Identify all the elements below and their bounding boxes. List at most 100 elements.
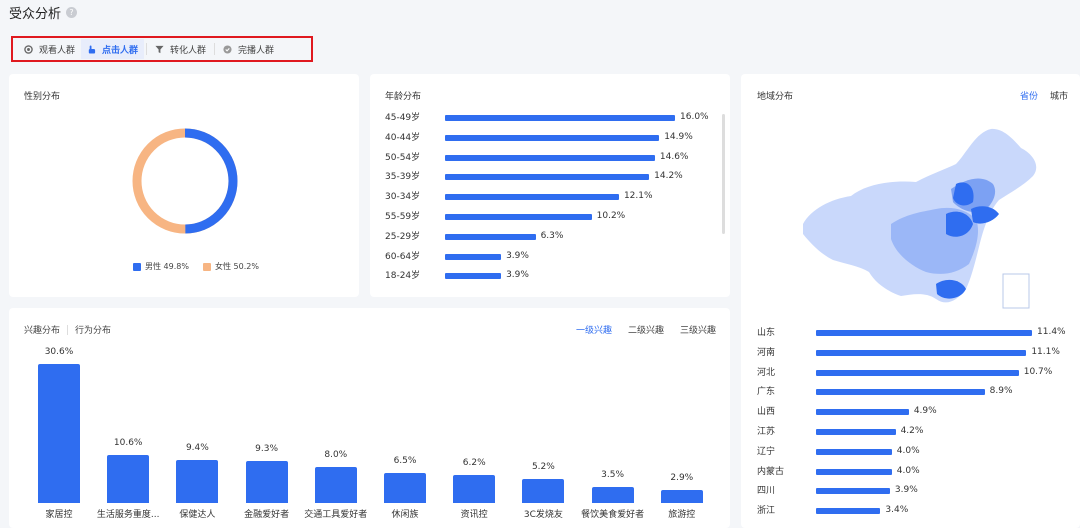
age-bar[interactable] xyxy=(445,273,502,280)
age-value-label: 14.2% xyxy=(654,171,683,182)
age-bar[interactable] xyxy=(445,214,592,220)
interest-tabs: 兴趣分布 行为分布 xyxy=(24,323,111,336)
tab-divider xyxy=(67,324,69,335)
map-shandong xyxy=(971,206,999,224)
interest-category-label: 餐饮美食爱好者 xyxy=(581,510,645,520)
age-bar[interactable] xyxy=(445,174,650,181)
region-category-label: 江苏 xyxy=(757,427,776,437)
age-card: 年龄分布 45-49岁 16.0% 40-44岁 14.9% 50-54岁 14.6% 35… xyxy=(370,74,730,297)
legend-male: 男性 49.8% xyxy=(133,261,189,272)
interest-value-label: 2.9% xyxy=(670,472,694,483)
age-bar[interactable] xyxy=(445,115,675,121)
interest-value-label: 6.5% xyxy=(393,456,417,467)
tab-level2[interactable]: 二级兴趣 xyxy=(628,323,664,336)
interest-value-label: 5.2% xyxy=(531,462,555,473)
age-value-label: 12.1% xyxy=(623,191,653,202)
age-scrollbar[interactable] xyxy=(722,114,725,234)
region-bar[interactable] xyxy=(816,330,1032,336)
region-value-label: 3.9% xyxy=(894,485,918,496)
interest-bar[interactable] xyxy=(176,460,219,503)
interest-bar[interactable] xyxy=(245,460,288,503)
legend-female-label: 女性 50.2% xyxy=(214,262,259,271)
interest-category-label: 旅游控 xyxy=(668,510,696,520)
interest-category-label: 休闲族 xyxy=(391,510,419,520)
region-category-label: 四川 xyxy=(757,486,776,497)
interest-category-label: 交通工具爱好者 xyxy=(304,510,368,520)
tab-province[interactable]: 省份 xyxy=(1020,89,1038,102)
tab-behavior[interactable]: 行为分布 xyxy=(75,323,111,336)
age-bar[interactable] xyxy=(445,194,619,201)
region-value-label: 4.9% xyxy=(913,406,937,417)
interest-bar[interactable] xyxy=(314,466,357,503)
tab-city[interactable]: 城市 xyxy=(1050,89,1068,102)
region-category-label: 浙江 xyxy=(757,506,776,517)
interest-bar[interactable] xyxy=(660,489,703,503)
region-bar[interactable] xyxy=(816,488,890,495)
tab-label: 点击人群 xyxy=(102,45,139,56)
region-value-label: 10.7% xyxy=(1023,366,1053,377)
interest-bar[interactable] xyxy=(591,487,634,503)
female-swatch xyxy=(202,262,211,271)
tab-divider xyxy=(214,43,216,55)
tab-convert[interactable]: 转化人群 xyxy=(149,39,212,59)
funnel-icon xyxy=(155,45,164,53)
age-bar[interactable] xyxy=(445,253,502,260)
map-inset xyxy=(1002,273,1030,309)
region-bar[interactable] xyxy=(816,349,1027,356)
region-bar[interactable] xyxy=(816,468,892,475)
legend-female: 女性 50.2% xyxy=(202,261,259,272)
age-bar[interactable] xyxy=(445,233,536,240)
tab-watch[interactable]: 观看人群 xyxy=(18,39,81,59)
interest-category-label: 资讯控 xyxy=(460,510,488,520)
region-category-label: 河南 xyxy=(757,347,776,358)
region-bar[interactable] xyxy=(816,389,985,396)
interest-bar[interactable] xyxy=(38,364,80,503)
help-icon[interactable]: ? xyxy=(66,7,78,18)
region-value-label: 11.1% xyxy=(1031,346,1060,357)
region-card: 地域分布 省份 城市 山东 11.4% 河南 11.1% 河北 10.7% 广东 8.9% 山西… xyxy=(741,74,1080,528)
region-category-label: 山西 xyxy=(757,407,776,418)
tab-complete[interactable]: 完播人群 xyxy=(217,39,280,59)
interest-value-label: 10.6% xyxy=(113,437,143,448)
legend-male-label: 男性 49.8% xyxy=(145,262,189,271)
region-value-label: 4.2% xyxy=(900,426,924,436)
age-category-label: 40-44岁 xyxy=(385,132,421,143)
region-bar[interactable] xyxy=(816,409,909,416)
interest-category-label: 3C发烧友 xyxy=(523,510,563,520)
age-bar[interactable] xyxy=(445,134,660,141)
region-bar[interactable] xyxy=(816,508,881,515)
age-value-label: 14.6% xyxy=(659,151,689,162)
age-category-label: 25-29岁 xyxy=(385,231,421,242)
interest-value-label: 9.3% xyxy=(255,443,279,454)
male-swatch xyxy=(133,262,141,271)
tab-label: 观看人群 xyxy=(39,45,76,56)
age-category-label: 35-39岁 xyxy=(385,172,421,183)
interest-bar[interactable] xyxy=(453,474,496,503)
region-category-label: 内蒙古 xyxy=(757,466,785,477)
tab-label: 完播人群 xyxy=(238,45,275,56)
tab-click[interactable]: 点击人群 xyxy=(81,39,145,59)
region-category-label: 辽宁 xyxy=(757,446,776,457)
region-bar[interactable] xyxy=(816,448,892,455)
interest-bar[interactable] xyxy=(107,454,150,503)
age-category-label: 50-54岁 xyxy=(385,152,421,163)
tab-interest[interactable]: 兴趣分布 xyxy=(24,323,60,336)
age-bar[interactable] xyxy=(445,154,655,161)
region-bar[interactable] xyxy=(816,429,896,435)
tab-level1[interactable]: 一级兴趣 xyxy=(576,323,612,336)
interest-bar[interactable] xyxy=(384,473,426,503)
interest-value-label: 6.2% xyxy=(462,457,486,468)
age-value-label: 10.2% xyxy=(596,211,626,221)
age-category-label: 60-64岁 xyxy=(385,251,421,262)
page-title-text: 受众分析 xyxy=(9,7,62,22)
age-category-label: 45-49岁 xyxy=(385,113,421,123)
region-bar[interactable] xyxy=(816,369,1019,376)
interest-bar[interactable] xyxy=(522,479,565,503)
eye-icon xyxy=(24,44,33,54)
interest-level-tabs: 一级兴趣 二级兴趣 三级兴趣 xyxy=(576,323,716,336)
age-category-label: 55-59岁 xyxy=(385,212,421,222)
page-title: 受众分析 ? xyxy=(9,3,78,22)
tab-level3[interactable]: 三级兴趣 xyxy=(680,323,716,336)
check-circle-icon xyxy=(223,44,232,54)
gender-card: 性别分布 男性 49.8% 女性 50.2% xyxy=(9,74,359,297)
